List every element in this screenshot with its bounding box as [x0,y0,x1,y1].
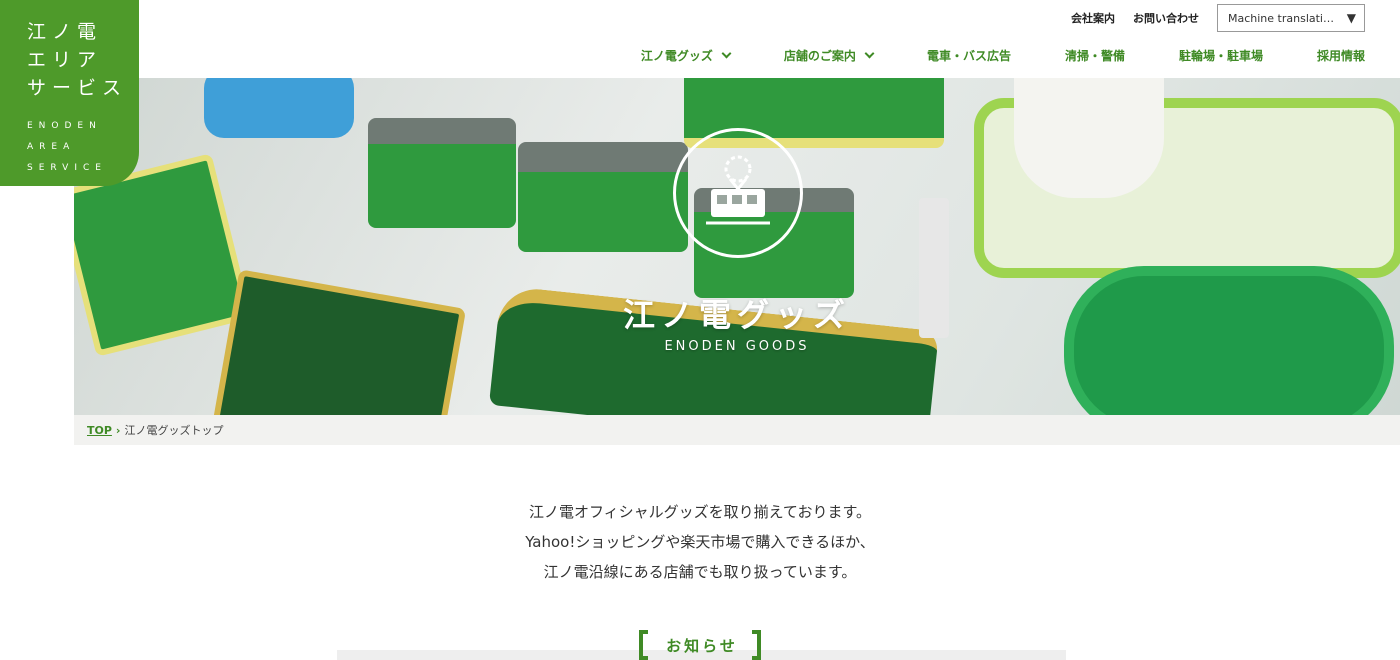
nav-item-label: 店舗のご案内 [783,48,856,63]
chevron-down-icon [864,48,875,58]
utility-nav: 会社案内 お問い合わせ Machine translati… ▼ [1071,4,1365,32]
breadcrumb-current: 江ノ電グッズトップ [124,424,224,437]
hero-toy-train-2 [518,142,688,252]
news-heading: お知らせ [0,630,1400,660]
news-heading-label: お知らせ [666,636,738,655]
hero-emblem [673,128,803,258]
hero-toy-train-1 [368,118,516,228]
language-select-value: Machine translati… [1228,11,1334,25]
intro-line-1: 江ノ電オフィシャルグッズを取り揃えております。 [528,503,871,521]
logo-line-1: 江ノ電 [27,21,103,43]
nav-item-parking[interactable]: 駐輪場・駐車場 [1179,47,1263,64]
tram-icon [706,155,770,225]
hero-title: 江ノ電グッズ [622,296,851,334]
nav-item-goods[interactable]: 江ノ電グッズ [640,47,732,64]
intro-text: 江ノ電オフィシャルグッズを取り揃えております。 Yahoo!ショッピングや楽天市… [0,497,1400,587]
hero-subtitle: ENODEN GOODS [664,339,810,354]
contact-link[interactable]: お問い合わせ [1133,10,1199,26]
nav-item-stores[interactable]: 店舗のご案内 [783,47,875,64]
intro-line-2: Yahoo!ショッピングや楽天市場で購入できるほか、 [525,533,875,551]
site-logo[interactable]: 江ノ電 エリア サービス ENODEN AREA SERVICE [0,0,139,186]
dropdown-arrow-icon: ▼ [1346,11,1356,25]
logo-line-3: サービス [27,77,128,99]
breadcrumb: TOP › 江ノ電グッズトップ [74,415,1400,445]
bracket-right-icon [751,630,761,660]
logo-en-3: SERVICE [27,163,107,173]
logo-en-1: ENODEN [27,121,102,131]
company-info-link[interactable]: 会社案内 [1071,10,1115,26]
breadcrumb-separator-icon: › [115,423,121,437]
nav-item-cleaning-security[interactable]: 清掃・警備 [1065,47,1125,64]
logo-en-2: AREA [27,142,76,152]
bracket-left-icon [639,630,649,660]
chevron-down-icon [721,48,732,58]
nav-item-label: 駐輪場・駐車場 [1178,48,1263,63]
hero-toy-cup-white [1014,78,1164,198]
nav-item-advertising[interactable]: 電車・バス広告 [927,47,1011,64]
nav-item-label: 電車・バス広告 [926,48,1011,63]
hero-banner: 江ノ電グッズ ENODEN GOODS [74,78,1400,415]
nav-item-recruit[interactable]: 採用情報 [1317,47,1365,64]
logo-line-2: エリア [27,49,103,71]
hero-toy-cup [204,78,354,138]
main-nav: 江ノ電グッズ 店舗のご案内 電車・バス広告 清掃・警備 駐輪場・駐車場 採用情報 [641,44,1365,66]
breadcrumb-top-link[interactable]: TOP [87,424,112,437]
intro-line-3: 江ノ電沿線にある店舗でも取り扱っています。 [543,563,857,581]
nav-item-label: 清掃・警備 [1064,48,1125,63]
nav-item-label: 江ノ電グッズ [640,48,713,63]
nav-item-label: 採用情報 [1316,48,1365,63]
language-select[interactable]: Machine translati… ▼ [1217,4,1365,32]
